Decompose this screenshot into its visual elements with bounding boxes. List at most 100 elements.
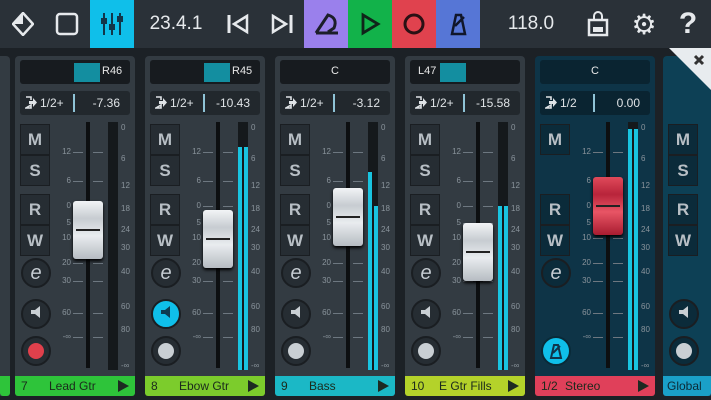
channel-name-bar[interactable] bbox=[0, 376, 10, 396]
pan-control[interactable]: C bbox=[540, 60, 650, 84]
write-automation-button[interactable]: W bbox=[410, 225, 440, 256]
send-control[interactable]: 1/2+ -15.58 bbox=[410, 91, 520, 115]
record-arm-button[interactable] bbox=[411, 336, 441, 366]
help-icon[interactable]: ? bbox=[668, 0, 708, 48]
monitor-button[interactable] bbox=[151, 299, 181, 329]
mute-button[interactable]: M bbox=[150, 124, 180, 155]
solo-button[interactable]: S bbox=[280, 155, 310, 186]
edit-e-icon: e bbox=[550, 261, 562, 284]
write-automation-button[interactable]: W bbox=[20, 225, 50, 256]
edit-channel-button[interactable]: e bbox=[21, 258, 51, 288]
expand-arrow-icon[interactable] bbox=[248, 380, 259, 392]
fader-scale-tick bbox=[593, 313, 603, 314]
write-automation-button[interactable]: W bbox=[540, 225, 570, 256]
pan-control[interactable]: L47 bbox=[410, 60, 520, 84]
gain-value[interactable]: -7.36 bbox=[93, 96, 120, 110]
expand-arrow-icon[interactable] bbox=[118, 380, 129, 392]
send-control[interactable]: 1/2+ -3.12 bbox=[280, 91, 390, 115]
mute-button[interactable]: M bbox=[280, 124, 310, 155]
record-arm-button[interactable] bbox=[151, 336, 181, 366]
gain-value[interactable]: -3.12 bbox=[353, 96, 380, 110]
read-automation-button[interactable]: R bbox=[410, 194, 440, 225]
mute-button[interactable]: M bbox=[668, 124, 698, 155]
meter-scale-label: 6 bbox=[511, 154, 516, 163]
volume-fader-handle[interactable] bbox=[203, 210, 233, 269]
channel-name-bar[interactable]: 1/2 Stereo bbox=[535, 376, 655, 396]
send-divider bbox=[203, 94, 205, 112]
write-automation-button[interactable]: W bbox=[668, 225, 698, 256]
monitor-button[interactable] bbox=[281, 299, 311, 329]
edit-channel-button[interactable]: e bbox=[151, 258, 181, 288]
pan-control[interactable]: R46 bbox=[20, 60, 130, 84]
metronome-output-button[interactable] bbox=[541, 336, 571, 366]
send-output-icon bbox=[25, 96, 37, 109]
record-arm-button[interactable] bbox=[669, 336, 699, 366]
metronome-button[interactable] bbox=[436, 0, 480, 48]
expand-arrow-icon[interactable] bbox=[638, 380, 649, 392]
pan-control[interactable]: C bbox=[280, 60, 390, 84]
record-button[interactable] bbox=[392, 0, 436, 48]
edit-channel-button[interactable]: e bbox=[541, 258, 571, 288]
read-automation-button[interactable]: R bbox=[540, 194, 570, 225]
loop-icon bbox=[314, 13, 338, 35]
volume-fader-handle[interactable] bbox=[593, 177, 623, 235]
send-control[interactable]: 1/2+ -7.36 bbox=[20, 91, 130, 115]
channel-number: 7 bbox=[21, 379, 28, 393]
channel-name-bar[interactable]: 8 Ebow Gtr bbox=[145, 376, 265, 396]
fader-scale-label: 6 bbox=[326, 176, 331, 185]
tempo-display[interactable]: 118.0 bbox=[496, 0, 566, 48]
edit-channel-button[interactable]: e bbox=[411, 258, 441, 288]
record-arm-button[interactable] bbox=[21, 336, 51, 366]
monitor-button[interactable] bbox=[21, 299, 51, 329]
rewind-to-start-icon[interactable] bbox=[216, 0, 260, 48]
channel-name-bar[interactable]: Global bbox=[663, 376, 711, 396]
forward-to-end-icon[interactable] bbox=[260, 0, 304, 48]
channel-name-bar[interactable]: 7 Lead Gtr bbox=[15, 376, 135, 396]
write-automation-button[interactable]: W bbox=[280, 225, 310, 256]
mute-button[interactable]: M bbox=[20, 124, 50, 155]
solo-button[interactable]: S bbox=[668, 155, 698, 186]
send-control[interactable]: 1/2+ -10.43 bbox=[150, 91, 260, 115]
read-automation-button[interactable]: R bbox=[668, 194, 698, 225]
solo-button[interactable]: S bbox=[150, 155, 180, 186]
close-mixer-button[interactable] bbox=[669, 48, 711, 90]
song-position[interactable]: 23.4.1 bbox=[140, 0, 212, 48]
monitor-button[interactable] bbox=[411, 299, 441, 329]
project-diamond-icon[interactable] bbox=[4, 0, 42, 48]
solo-button[interactable]: S bbox=[20, 155, 50, 186]
edit-channel-button[interactable]: e bbox=[281, 258, 311, 288]
write-automation-button[interactable]: W bbox=[150, 225, 180, 256]
volume-fader-handle[interactable] bbox=[463, 222, 493, 281]
gain-value[interactable]: -10.43 bbox=[216, 96, 250, 110]
send-control[interactable]: 1/2 0.00 bbox=[540, 91, 650, 115]
fader-scale-label: 30 bbox=[582, 276, 591, 285]
expand-arrow-icon[interactable] bbox=[378, 380, 389, 392]
meter-right-fill bbox=[634, 129, 638, 370]
mute-button[interactable]: M bbox=[540, 124, 570, 155]
volume-fader-handle[interactable] bbox=[73, 201, 103, 260]
monitor-button[interactable] bbox=[669, 299, 699, 329]
read-automation-button[interactable]: R bbox=[20, 194, 50, 225]
fader-scale-label: 12 bbox=[192, 147, 201, 156]
gain-value[interactable]: 0.00 bbox=[617, 96, 640, 110]
play-button[interactable] bbox=[348, 0, 392, 48]
expand-arrow-icon[interactable] bbox=[508, 380, 519, 392]
channel-name-bar[interactable]: 10 E Gtr Fills bbox=[405, 376, 525, 396]
solo-button[interactable]: S bbox=[410, 155, 440, 186]
channel-name-bar[interactable]: 9 Bass bbox=[275, 376, 395, 396]
volume-fader-handle[interactable] bbox=[333, 187, 363, 246]
fader-scale-tick bbox=[223, 181, 233, 182]
pan-control[interactable]: R45 bbox=[150, 60, 260, 84]
send-output-icon bbox=[285, 96, 297, 109]
gain-value[interactable]: -15.58 bbox=[476, 96, 510, 110]
gear-icon[interactable]: ⚙ bbox=[624, 0, 664, 48]
read-automation-button[interactable]: R bbox=[280, 194, 310, 225]
loop-button[interactable] bbox=[304, 0, 348, 48]
mute-button[interactable]: M bbox=[410, 124, 440, 155]
mixer-button[interactable] bbox=[90, 0, 134, 48]
shop-bag-icon[interactable] bbox=[578, 0, 618, 48]
fader-scale-label: -∞ bbox=[452, 332, 461, 341]
tablet-view-icon[interactable] bbox=[48, 0, 86, 48]
read-automation-button[interactable]: R bbox=[150, 194, 180, 225]
record-arm-button[interactable] bbox=[281, 336, 311, 366]
